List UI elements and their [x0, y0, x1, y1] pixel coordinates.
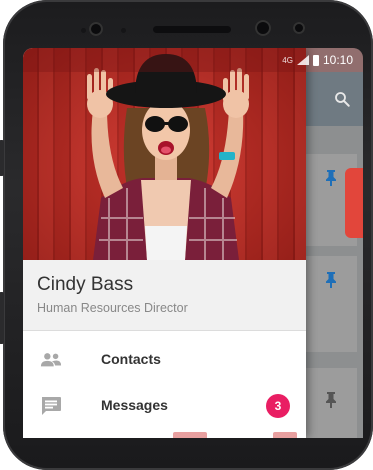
front-camera — [255, 20, 271, 36]
contacts-icon — [40, 353, 62, 367]
menu-item-contacts[interactable]: Contacts — [23, 337, 306, 383]
iris-scanner — [89, 22, 103, 36]
next-menu-item-peek — [273, 432, 297, 438]
pin-icon[interactable] — [325, 392, 337, 408]
user-info-panel[interactable]: Cindy Bass Human Resources Director — [23, 260, 306, 331]
clock: 10:10 — [322, 53, 353, 67]
pin-icon[interactable] — [325, 272, 337, 288]
earpiece — [153, 26, 231, 33]
secondary-sensor — [293, 22, 305, 34]
menu-label: Contacts — [101, 351, 161, 367]
user-name: Cindy Bass — [37, 274, 134, 295]
navigation-drawer: Cindy Bass Human Resources Director Cont… — [23, 48, 306, 438]
battery-icon — [312, 54, 319, 66]
menu-label: Messages — [101, 397, 168, 413]
search-icon[interactable] — [333, 90, 351, 108]
list-card[interactable] — [305, 368, 357, 438]
pin-icon[interactable] — [325, 170, 337, 186]
next-menu-item-peek — [173, 432, 207, 438]
light-sensor — [121, 28, 126, 33]
network-indicator: 4G — [282, 55, 293, 65]
volume-button — [0, 140, 4, 176]
power-button — [0, 292, 4, 344]
profile-cover-photo — [23, 48, 306, 260]
user-role: Human Resources Director — [37, 301, 188, 315]
profile-photo — [87, 54, 249, 260]
floating-action-button[interactable] — [345, 168, 363, 238]
unread-count-badge: 3 — [266, 394, 290, 418]
message-icon — [42, 397, 61, 415]
proximity-sensor — [81, 28, 86, 33]
status-bar: 4G 10:10 — [23, 48, 363, 72]
list-card[interactable] — [305, 256, 357, 352]
menu-item-messages[interactable]: Messages 3 — [23, 383, 306, 429]
signal-icon — [296, 55, 309, 65]
phone-screen: Cindy Bass Human Resources Director Cont… — [23, 48, 363, 438]
